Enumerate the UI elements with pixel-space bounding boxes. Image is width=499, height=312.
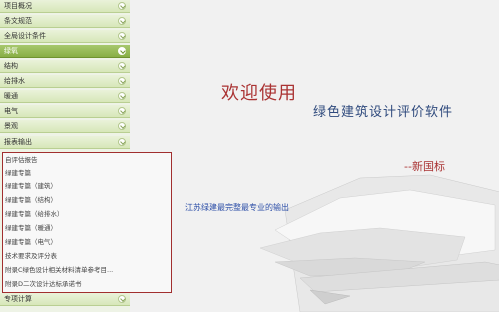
chevron-down-icon [118,17,126,25]
submenu-item[interactable]: 技术要求及评分表 [5,251,57,262]
welcome-heading: 欢迎使用 [221,83,297,103]
chevron-up-icon [118,138,126,146]
submenu-item[interactable]: 绿建专篇 [5,168,31,179]
nav-global-conditions[interactable]: 全局设计条件 [0,30,130,43]
app-window: 项目概况 条文规范 全局设计条件 绿氧 结构 给排水 暖通 电气 景观 报表输出… [0,0,499,312]
chevron-down-icon [118,47,126,55]
nav-label: 电气 [4,107,18,115]
tagline: 江苏绿建最完整最专业的输出 [185,203,289,212]
architecture-illustration [259,174,499,312]
chevron-down-icon [118,92,126,100]
submenu-item[interactable]: 绿建专篇（电气） [5,237,57,248]
nav-label: 结构 [4,62,18,70]
chevron-down-icon [118,122,126,130]
nav-report-output[interactable]: 报表输出 [0,136,130,149]
nav-label: 专项计算 [4,295,32,303]
chevron-down-icon [118,2,126,10]
chevron-down-icon [118,32,126,40]
nav-label: 项目概况 [4,2,32,10]
software-title: 绿色建筑设计评价软件 [313,105,454,120]
submenu-item[interactable]: 附录D二次设计达标承诺书 [5,279,82,290]
nav-special-calculation[interactable]: 专项计算 [0,293,130,306]
submenu-item[interactable]: 绿建专篇（暖通） [5,223,57,234]
nav-label: 暖通 [4,92,18,100]
nav-structure[interactable]: 结构 [0,60,130,73]
nav-label: 条文规范 [4,17,32,25]
nav-label: 报表输出 [4,138,32,146]
report-submenu: 自评估报告 绿建专篇 绿建专篇（建筑） 绿建专篇（结构） 绿建专篇（给排水） 绿… [2,152,172,293]
nav-electrical[interactable]: 电气 [0,105,130,118]
chevron-down-icon [118,62,126,70]
submenu-item[interactable]: 绿建专篇（建筑） [5,181,57,192]
chevron-down-icon [118,77,126,85]
nav-label: 景观 [4,122,18,130]
nav-hvac[interactable]: 暖通 [0,90,130,103]
submenu-item[interactable]: 绿建专篇（结构） [5,195,57,206]
nav-standards[interactable]: 条文规范 [0,15,130,28]
chevron-down-icon [118,107,126,115]
submenu-item[interactable]: 绿建专篇（给排水） [5,209,64,220]
edition-label: --新国标 [404,160,445,173]
nav-building[interactable]: 绿氧 [0,45,130,58]
submenu-item[interactable]: 自评估报告 [5,155,38,166]
nav-label: 全局设计条件 [4,32,46,40]
chevron-down-icon [118,295,126,303]
nav-landscape[interactable]: 景观 [0,120,130,133]
nav-project-overview[interactable]: 项目概况 [0,0,130,13]
nav-plumbing[interactable]: 给排水 [0,75,130,88]
nav-label: 绿氧 [4,47,18,55]
nav-label: 给排水 [4,77,25,85]
submenu-item[interactable]: 附录C绿色设计相关材料清单参考目... [5,265,113,276]
